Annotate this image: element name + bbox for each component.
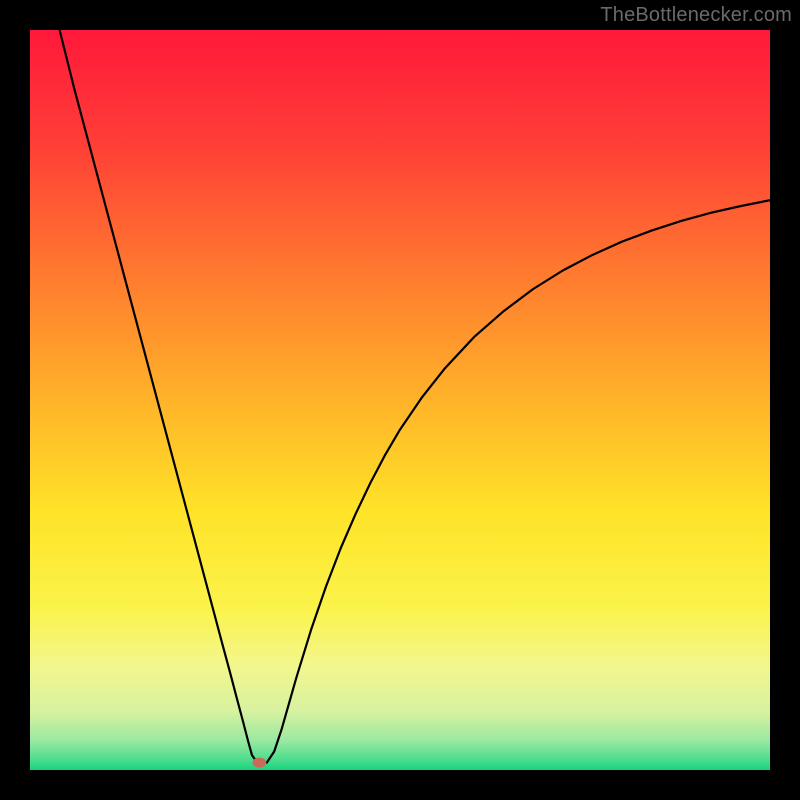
chart-frame: TheBottlenecker.com [0, 0, 800, 800]
gradient-background [30, 30, 770, 770]
optimum-marker [252, 758, 266, 768]
chart-svg [30, 30, 770, 770]
plot-area [30, 30, 770, 770]
watermark-text: TheBottlenecker.com [600, 4, 792, 27]
